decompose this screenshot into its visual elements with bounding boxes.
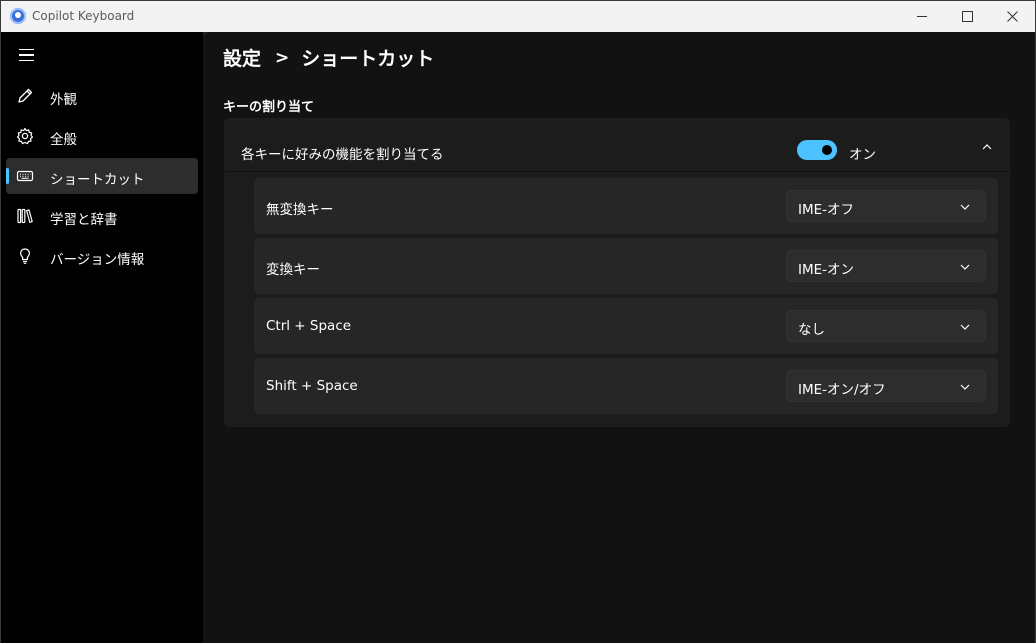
dropdown-selected-value: IME-オン/オフ bbox=[798, 382, 886, 398]
library-icon bbox=[16, 207, 34, 225]
assignment-dropdown[interactable]: IME-オン/オフ bbox=[786, 370, 986, 402]
pencil-icon bbox=[16, 87, 34, 105]
chevron-down-icon bbox=[959, 321, 971, 333]
key-assignment-expander: 各キーに好みの機能を割り当てる オン 無変換キー IME-オフ 変換キー IME… bbox=[224, 118, 1010, 427]
app-logo-icon bbox=[10, 8, 26, 24]
toggle-knob bbox=[822, 145, 832, 155]
nav-item-label: ショートカット bbox=[50, 172, 145, 188]
assignment-key-label: 変換キー bbox=[266, 262, 320, 278]
app-window: Copilot Keyboard 外観 全般 ショートカット 学習と辞書 バージ… bbox=[0, 0, 1036, 643]
chevron-down-icon bbox=[959, 381, 971, 393]
assignment-key-label: Ctrl + Space bbox=[266, 318, 352, 334]
settings-content: 設定 > ショートカット キーの割り当て 各キーに好みの機能を割り当てる オン … bbox=[203, 32, 1035, 643]
maximize-button[interactable] bbox=[944, 1, 990, 32]
assignment-row-henkan: 変換キー IME-オン bbox=[254, 238, 998, 294]
chevron-down-icon bbox=[959, 261, 971, 273]
dropdown-selected-value: IME-オフ bbox=[798, 202, 855, 218]
gear-icon bbox=[16, 127, 34, 145]
assignment-toggle-switch[interactable] bbox=[797, 140, 837, 160]
section-title: キーの割り当て bbox=[223, 100, 315, 115]
breadcrumb-current: ショートカット bbox=[301, 48, 435, 70]
close-button[interactable] bbox=[989, 1, 1035, 32]
maximize-icon bbox=[961, 11, 973, 22]
breadcrumb-separator: > bbox=[275, 47, 290, 68]
assignment-key-label: 無変換キー bbox=[266, 202, 334, 218]
nav-item-version-info[interactable]: バージョン情報 bbox=[6, 238, 198, 274]
lightbulb-icon bbox=[16, 247, 34, 265]
nav-item-label: 全般 bbox=[50, 132, 77, 148]
assignment-row-ctrl-space: Ctrl + Space なし bbox=[254, 298, 998, 354]
minimize-button[interactable] bbox=[899, 1, 945, 32]
chevron-up-icon[interactable] bbox=[981, 141, 993, 153]
breadcrumb: 設定 > ショートカット bbox=[223, 44, 434, 71]
nav-item-label: バージョン情報 bbox=[50, 252, 145, 268]
close-icon bbox=[1006, 11, 1018, 22]
nav-item-appearance[interactable]: 外観 bbox=[6, 78, 198, 114]
nav-item-general[interactable]: 全般 bbox=[6, 118, 198, 154]
expander-header[interactable]: 各キーに好みの機能を割り当てる オン bbox=[225, 119, 1009, 172]
assignment-dropdown[interactable]: なし bbox=[786, 310, 986, 342]
nav-item-label: 学習と辞書 bbox=[50, 212, 118, 228]
navigation-sidebar: 外観 全般 ショートカット 学習と辞書 バージョン情報 bbox=[1, 32, 203, 643]
nav-item-learning-dictionary[interactable]: 学習と辞書 bbox=[6, 198, 198, 234]
assignment-dropdown[interactable]: IME-オン bbox=[786, 250, 986, 282]
assignment-key-label: Shift + Space bbox=[266, 378, 358, 394]
assignment-dropdown[interactable]: IME-オフ bbox=[786, 190, 986, 222]
selection-indicator bbox=[6, 168, 9, 184]
nav-item-shortcuts[interactable]: ショートカット bbox=[6, 158, 198, 194]
title-bar[interactable]: Copilot Keyboard bbox=[1, 1, 1035, 32]
dropdown-selected-value: IME-オン bbox=[798, 262, 855, 278]
assignment-row-muhenkan: 無変換キー IME-オフ bbox=[254, 178, 998, 234]
dropdown-selected-value: なし bbox=[798, 322, 825, 338]
breadcrumb-parent[interactable]: 設定 bbox=[223, 44, 261, 71]
minimize-icon bbox=[917, 16, 927, 17]
hamburger-menu-button[interactable] bbox=[11, 42, 41, 68]
expander-label: 各キーに好みの機能を割り当てる bbox=[241, 147, 444, 163]
nav-item-label: 外観 bbox=[50, 92, 77, 108]
keyboard-icon bbox=[16, 167, 34, 185]
toggle-state-label: オン bbox=[849, 147, 876, 163]
assignment-row-shift-space: Shift + Space IME-オン/オフ bbox=[254, 358, 998, 414]
chevron-down-icon bbox=[959, 201, 971, 213]
window-title: Copilot Keyboard bbox=[32, 9, 135, 23]
